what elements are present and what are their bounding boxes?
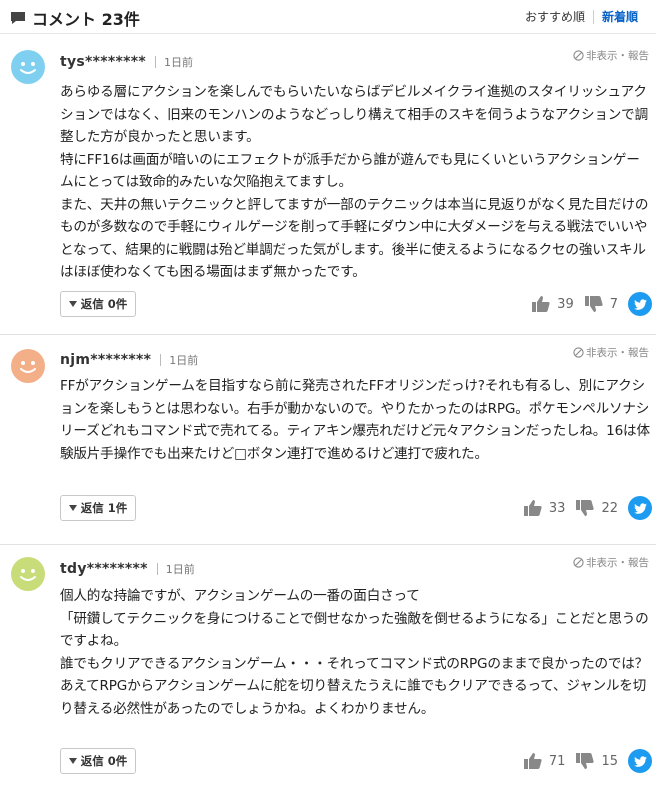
reply-toggle-button[interactable]: 返信 1件 [60,495,136,521]
hide-report-link[interactable]: 非表示・報告 [573,48,649,63]
comment-timestamp: 1日前 [165,563,195,576]
twitter-share-button[interactable] [628,496,652,520]
comments-count-label: コメント 23件 [32,10,140,29]
twitter-bird-icon [633,502,647,514]
comment-actions: 33 22 [523,496,652,520]
twitter-share-button[interactable] [628,749,652,773]
comment-item: tys******** 1日前 非表示・報告 あらゆる層にアクションを楽しんでも… [0,34,656,335]
comment-body: 個人的な持論ですが、アクションゲームの一番の面白さって 「研鑽してテクニックを身… [60,588,649,717]
comments-title: コメント 23件 [10,6,140,30]
comment-meta: njm******** 1日前 [60,352,198,368]
like-count: 33 [548,500,566,516]
comment-timestamp: 1日前 [164,56,194,69]
like-button[interactable]: 71 [523,751,566,771]
hide-report-label: 非表示・報告 [586,347,649,359]
like-count: 71 [548,753,566,769]
block-icon [573,50,584,61]
thumbs-down-icon [584,296,603,312]
block-icon [573,347,584,358]
thumbs-up-icon [523,753,542,769]
reply-toggle-button[interactable]: 返信 0件 [60,291,136,317]
comment-actions: 71 15 [523,749,652,773]
comment-username[interactable]: tdy******** [60,561,148,577]
comment-meta: tys******** 1日前 [60,54,193,70]
comment-item: tdy******** 1日前 非表示・報告 個人的な持論ですが、アクションゲー… [0,545,656,795]
avatar [11,349,45,383]
avatar [11,557,45,591]
sort-newest-tab[interactable]: 新着順 [594,8,646,25]
hide-report-label: 非表示・報告 [586,50,649,62]
thumbs-down-icon [576,500,595,516]
sort-tabs: おすすめ順 新着順 [517,8,646,25]
smiley-avatar-icon [11,349,45,383]
block-icon [573,557,584,568]
twitter-bird-icon [633,298,647,310]
caret-down-icon [68,301,77,307]
sort-recommended-tab[interactable]: おすすめ順 [517,8,593,25]
reply-count-label: 返信 1件 [80,501,128,515]
comment-timestamp: 1日前 [169,354,199,367]
hide-report-label: 非表示・報告 [586,557,649,569]
caret-down-icon [68,505,77,511]
comment-item: njm******** 1日前 非表示・報告 FFがアクションゲームを目指すなら… [0,335,656,545]
thumbs-up-icon [523,500,542,516]
comment-username[interactable]: tys******** [60,54,146,70]
dislike-count: 22 [601,500,618,516]
twitter-bird-icon [633,755,647,767]
like-count: 39 [557,296,574,312]
dislike-button[interactable]: 22 [575,498,618,518]
hide-report-link[interactable]: 非表示・報告 [573,345,649,360]
comments-header: コメント 23件 おすすめ順 新着順 [0,0,656,34]
comment-username[interactable]: njm******** [60,352,151,368]
comment-actions: 39 7 [531,292,652,316]
thumbs-up-icon [532,296,550,312]
like-button[interactable]: 33 [523,498,566,518]
dislike-button[interactable]: 7 [584,294,618,314]
meta-divider [160,354,162,366]
thumbs-down-icon [576,753,595,769]
caret-down-icon [68,758,77,764]
comment-meta: tdy******** 1日前 [60,561,195,577]
like-button[interactable]: 39 [531,294,574,314]
twitter-share-button[interactable] [628,292,652,316]
comment-body: あらゆる層にアクションを楽しんでもらいたいならばデビルメイクライ進拠のスタイリッ… [60,84,649,280]
reply-count-label: 返信 0件 [80,754,128,768]
smiley-avatar-icon [11,50,45,84]
reply-toggle-button[interactable]: 返信 0件 [60,748,136,774]
comment-bubble-icon [11,12,25,24]
reply-count-label: 返信 0件 [80,297,128,311]
avatar [11,50,45,84]
meta-divider [155,56,157,68]
dislike-button[interactable]: 15 [575,751,618,771]
meta-divider [156,563,158,575]
comment-body: FFがアクションゲームを目指すなら前に発売されたFFオリジンだっけ?それも有るし… [60,378,650,462]
dislike-count: 7 [609,296,618,312]
dislike-count: 15 [601,753,618,769]
hide-report-link[interactable]: 非表示・報告 [573,555,649,570]
smiley-avatar-icon [11,557,45,591]
